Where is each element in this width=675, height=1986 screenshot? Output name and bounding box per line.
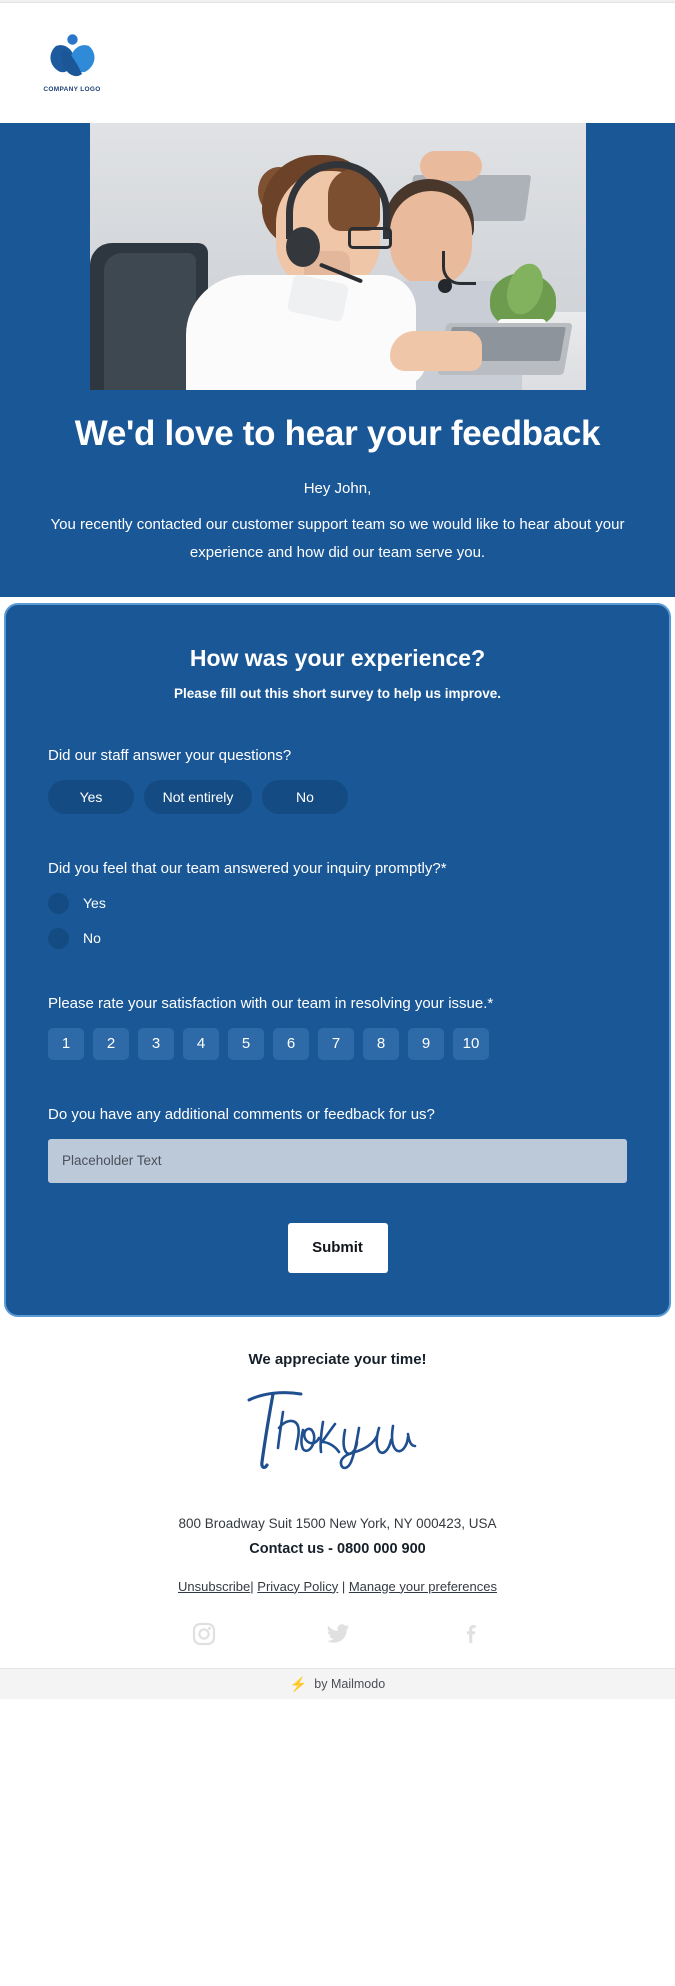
signature-wrap [0,1382,675,1474]
rating-option-6[interactable]: 6 [273,1027,309,1060]
company-address: 800 Broadway Suit 1500 New York, NY 0004… [178,1515,497,1531]
company-logo-caption: COMPANY LOGO [43,86,101,93]
rating-option-8[interactable]: 8 [363,1027,399,1060]
rating-option-5[interactable]: 5 [228,1027,264,1060]
hero-image [89,123,586,390]
rating-option-9[interactable]: 9 [408,1027,444,1060]
link-separator: | [338,1578,349,1594]
rating-option-1[interactable]: 1 [48,1027,84,1060]
hero-section: We'd love to hear your feedback Hey John… [0,123,675,597]
facebook-icon[interactable] [460,1622,484,1646]
footer-legal-links: Unsubscribe| Privacy Policy | Manage you… [0,1579,675,1594]
mailmodo-attribution-bar: ⚡ by Mailmodo [0,1667,675,1699]
email-header: COMPANY LOGO [0,3,675,123]
q2-option-yes[interactable]: Yes [48,892,627,914]
privacy-policy-link[interactable]: Privacy Policy [257,1579,338,1594]
hero-title: We'd love to hear your feedback [74,414,601,453]
question-1-options: Yes Not entirely No [48,779,627,814]
thankyou-signature-icon [247,1390,416,1469]
survey-title: How was your experience? [189,644,486,671]
submit-button[interactable]: Submit [287,1222,388,1273]
appreciation-text: We appreciate your time! [248,1350,427,1368]
social-links-row [0,1622,675,1646]
hero-survey-gap [0,596,675,603]
q1-option-no[interactable]: No [262,779,348,814]
rating-option-4[interactable]: 4 [183,1027,219,1060]
question-3-rating-scale: 1 2 3 4 5 6 7 8 9 10 [48,1027,627,1060]
q2-option-no[interactable]: No [48,927,627,949]
manage-preferences-link[interactable]: Manage your preferences [349,1579,497,1594]
question-4-label: Do you have any additional comments or f… [48,1105,435,1123]
hero-body-text: You recently contacted our customer supp… [50,516,625,561]
q2-option-yes-label: Yes [83,895,106,911]
rating-option-3[interactable]: 3 [138,1027,174,1060]
comment-input[interactable] [48,1138,627,1183]
question-3: Please rate your satisfaction with our t… [48,995,627,1060]
question-4: Do you have any additional comments or f… [48,1106,627,1183]
email-footer: We appreciate your time! 800 Broadway Su… [0,1316,675,1699]
radio-button-icon [48,927,69,949]
rating-option-7[interactable]: 7 [318,1027,354,1060]
butterfly-x-logo-icon [50,34,95,77]
instagram-icon[interactable] [192,1622,216,1646]
q1-option-yes[interactable]: Yes [48,779,134,814]
question-3-label: Please rate your satisfaction with our t… [48,994,494,1012]
submit-row: Submit [48,1222,627,1273]
question-2: Did you feel that our team answered your… [48,860,627,949]
mailmodo-label: by Mailmodo [314,1676,386,1691]
question-2-label: Did you feel that our team answered your… [48,859,447,877]
q2-option-no-label: No [83,930,101,946]
question-1-label: Did our staff answer your questions? [48,746,292,764]
rating-option-10[interactable]: 10 [453,1027,489,1060]
question-1: Did our staff answer your questions? Yes… [48,747,627,814]
hero-greeting: Hey John, [303,480,372,497]
twitter-icon[interactable] [326,1622,350,1646]
survey-subtitle: Please fill out this short survey to hel… [173,685,502,701]
hero-photo-wrap [0,123,675,390]
q1-option-not-entirely[interactable]: Not entirely [144,779,252,814]
lightning-bolt-icon: ⚡ [289,1675,308,1692]
company-logo[interactable]: COMPANY LOGO [30,33,114,93]
contact-info: Contact us - 0800 000 900 [249,1540,426,1557]
survey-card: How was your experience? Please fill out… [4,602,671,1317]
unsubscribe-link[interactable]: Unsubscribe [178,1579,250,1594]
email-page: COMPANY LOGO We'd love to hear your feed… [0,0,675,1986]
radio-button-icon [48,892,69,914]
rating-option-2[interactable]: 2 [93,1027,129,1060]
